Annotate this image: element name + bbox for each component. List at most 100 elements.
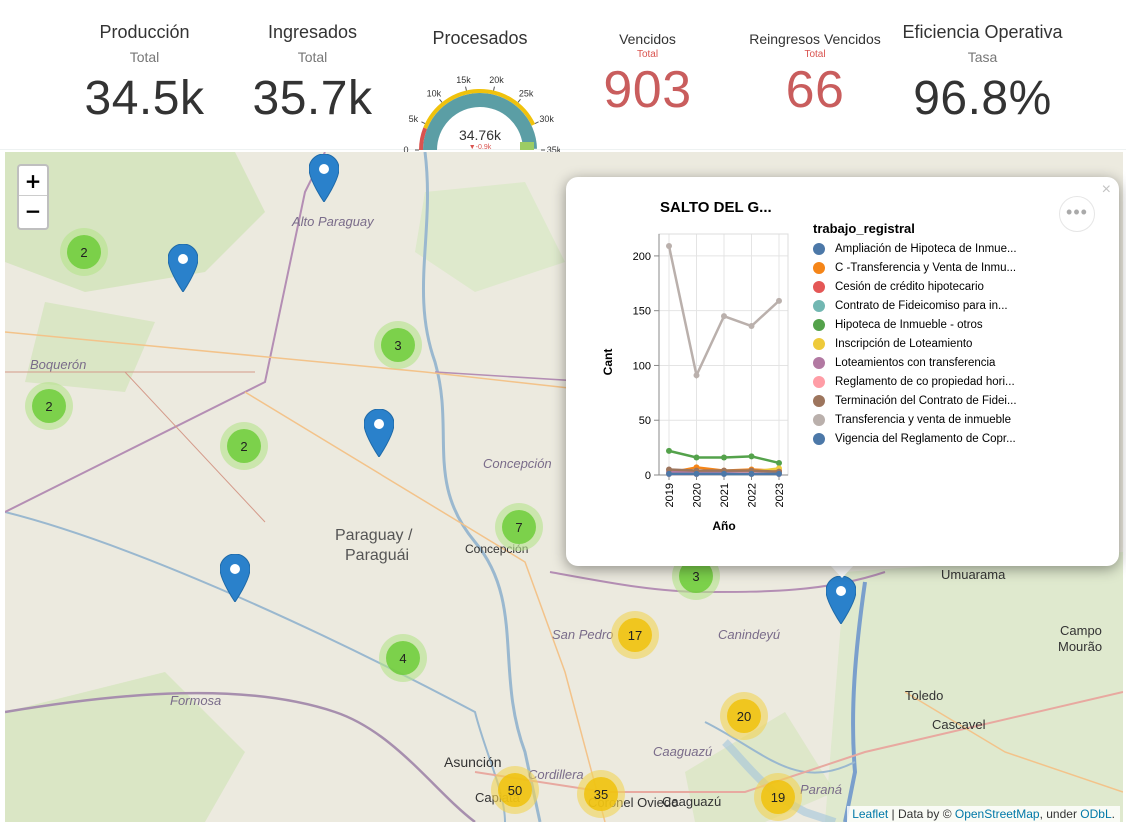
data-point: [748, 323, 755, 330]
legend-item[interactable]: Transferencia y venta de inmueble: [813, 410, 1017, 429]
gauge-tick-label: 0: [403, 145, 408, 152]
kpi-reingresos: Reingresos Vencidos Total 66: [740, 22, 890, 120]
zoom-in-button[interactable]: +: [19, 166, 47, 196]
map-pin-icon[interactable]: [168, 244, 198, 292]
cluster-marker[interactable]: 50: [491, 766, 539, 814]
chart-actions-menu-icon[interactable]: •••: [1059, 196, 1095, 232]
legend-swatch: [813, 375, 825, 388]
gauge-value: 34.76k: [459, 127, 502, 143]
y-tick-label: 150: [633, 306, 651, 318]
kpi-sublabel: Total: [297, 49, 328, 65]
gauge-tick: [421, 121, 426, 124]
x-tick-label: 2020: [692, 483, 704, 507]
legend-item[interactable]: Reglamento de co propiedad hori...: [813, 372, 1017, 391]
place-label: San Pedro: [552, 627, 614, 642]
y-axis-label: Cant: [601, 349, 615, 376]
legend-label: Vigencia del Reglamento de Copr...: [835, 432, 1016, 445]
kpi-label: Producción: [99, 22, 190, 42]
legend-item[interactable]: Ampliación de Hipoteca de Inmue...: [813, 239, 1017, 258]
place-label: Cascavel: [932, 717, 986, 732]
legend-label: Terminación del Contrato de Fidei...: [835, 394, 1017, 407]
legend-label: Reglamento de co propiedad hori...: [835, 375, 1015, 388]
place-label: Mourão: [1058, 639, 1103, 654]
cluster-marker[interactable]: 2: [220, 422, 268, 470]
map-pin-icon[interactable]: [826, 576, 856, 624]
legend-swatch: [813, 337, 825, 350]
popup-close-button[interactable]: ×: [1102, 181, 1111, 199]
map-popup: × ••• SALTO DEL G... 0 50 100 150 200 2019 202…: [566, 177, 1119, 566]
kpi-procesados: Procesados 0 5k 10k 15k 20k 25k 30k 35k 34.76k …: [400, 28, 560, 152]
legend-item[interactable]: Terminación del Contrato de Fidei...: [813, 391, 1017, 410]
kpi-eficiencia: Eficiencia Operativa Tasa 96.8%: [895, 22, 1070, 126]
cluster-marker[interactable]: 35: [577, 770, 625, 818]
map-pin-icon[interactable]: [309, 154, 339, 202]
cluster-count: 20: [727, 699, 761, 733]
legend-swatch: [813, 432, 825, 445]
legend-item[interactable]: Contrato de Fideicomiso para in...: [813, 296, 1017, 315]
cluster-marker[interactable]: 19: [754, 773, 802, 821]
gauge-tick-label: 15k: [456, 75, 471, 85]
data-point: [776, 297, 782, 304]
map-pin-icon[interactable]: [220, 554, 250, 602]
osm-link[interactable]: OpenStreetMap: [955, 807, 1040, 821]
legend-title: trabajo_registral: [813, 221, 915, 236]
cluster-marker[interactable]: 20: [720, 692, 768, 740]
legend-item[interactable]: Loteamientos con transferencia: [813, 353, 1017, 372]
place-label: Concepción: [483, 456, 552, 471]
cluster-marker[interactable]: 7: [495, 503, 543, 551]
legend-swatch: [813, 413, 825, 426]
place-label: Paraguay /: [335, 527, 413, 544]
kpi-value: 903: [603, 61, 692, 119]
legend-label: Inscripción de Loteamiento: [835, 337, 973, 350]
cluster-marker[interactable]: 2: [25, 382, 73, 430]
kpi-sublabel: Tasa: [967, 49, 998, 65]
kpi-produccion: Producción Total 34.5k: [72, 22, 217, 126]
leaflet-link[interactable]: Leaflet: [852, 807, 888, 821]
place-label: Umuarama: [941, 567, 1006, 582]
odbl-link[interactable]: ODbL: [1080, 807, 1111, 821]
data-point: [693, 470, 700, 477]
legend-item[interactable]: C -Transferencia y Venta de Inmu...: [813, 258, 1017, 277]
legend-label: Ampliación de Hipoteca de Inmue...: [835, 242, 1017, 255]
line-chart: 0 50 100 150 200 2019 2020 2021 2022 2023 Cant Añ…: [601, 233, 789, 533]
zoom-control: + −: [17, 164, 49, 230]
kpi-sublabel: Total: [129, 49, 160, 65]
kpi-label: Vencidos: [619, 31, 676, 47]
popup-tip: [829, 564, 855, 578]
legend-item[interactable]: Inscripción de Loteamiento: [813, 334, 1017, 353]
kpi-value: 96.8%: [913, 72, 1052, 125]
gauge-tick-label: 20k: [489, 75, 504, 85]
procesados-gauge: 0 5k 10k 15k 20k 25k 30k 35k 34.76k ▼-0.9k: [403, 75, 560, 152]
x-axis-label: Año: [712, 519, 735, 533]
y-tick-label: 50: [639, 415, 651, 427]
cluster-marker[interactable]: 17: [611, 611, 659, 659]
cluster-count: 3: [381, 328, 415, 362]
cluster-marker[interactable]: 2: [60, 228, 108, 276]
kpi-sublabel: Total: [636, 49, 659, 60]
y-tick-label: 0: [645, 470, 651, 482]
cluster-marker[interactable]: 3: [374, 321, 422, 369]
legend-item[interactable]: Vigencia del Reglamento de Copr...: [813, 429, 1017, 448]
legend-label: C -Transferencia y Venta de Inmu...: [835, 261, 1017, 274]
gauge-tick-label: 10k: [427, 89, 442, 99]
data-point: [721, 313, 727, 320]
kpi-label: Eficiencia Operativa: [902, 22, 1063, 42]
legend-label: Contrato de Fideicomiso para in...: [835, 299, 1008, 312]
legend-item[interactable]: Hipoteca de Inmueble - otros: [813, 315, 1017, 334]
zoom-out-button[interactable]: −: [19, 196, 47, 226]
gauge-tick: [465, 86, 467, 91]
kpi-label: Ingresados: [267, 22, 358, 42]
map-pin-icon[interactable]: [364, 409, 394, 457]
cluster-count: 17: [618, 618, 652, 652]
data-point: [721, 470, 727, 477]
cluster-marker[interactable]: 4: [379, 634, 427, 682]
data-point: [721, 454, 727, 461]
kpi-sublabel: Total: [804, 49, 826, 60]
legend-swatch: [813, 394, 825, 407]
data-point: [666, 447, 672, 454]
kpi-label: Reingresos Vencidos: [749, 31, 881, 47]
legend-item[interactable]: Cesión de crédito hipotecario: [813, 277, 1017, 296]
x-tick-label: 2022: [747, 483, 759, 507]
cluster-count: 2: [32, 389, 66, 423]
cluster-count: 19: [761, 780, 795, 814]
